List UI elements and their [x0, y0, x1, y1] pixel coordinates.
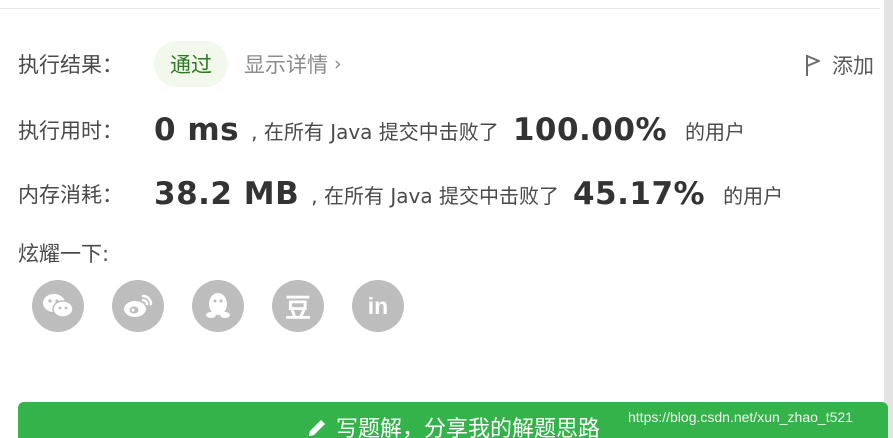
- runtime-percent: 100.00%: [512, 112, 667, 148]
- runtime-label: 执行用时：: [18, 119, 123, 143]
- qq-icon: [206, 293, 230, 318]
- chevron-right-icon: ›: [334, 53, 342, 75]
- weibo-share-button[interactable]: [112, 280, 164, 332]
- memory-row: 内存消耗： 38.2 MB , 在所有 Java 提交中击败了 45.17% 的…: [18, 172, 783, 216]
- watermark: https://blog.csdn.net/xun_zhao_t521: [628, 409, 853, 425]
- douban-icon: 豆: [284, 293, 311, 324]
- runtime-text: , 在所有 Java 提交中击败了: [251, 119, 499, 144]
- memory-percent: 45.17%: [572, 176, 706, 212]
- top-divider: [0, 8, 880, 9]
- memory-value: 38.2 MB: [154, 176, 300, 212]
- memory-text: , 在所有 Java 提交中击败了: [311, 183, 559, 208]
- show-details-label: 显示详情: [244, 53, 328, 77]
- wechat-icon: [43, 294, 74, 318]
- add-note-label: 添加: [832, 54, 874, 78]
- share-icons: 豆 in: [32, 280, 432, 332]
- runtime-value: 0 ms: [154, 112, 240, 148]
- weibo-icon: [124, 294, 153, 317]
- flag-icon: [806, 55, 820, 76]
- add-note-button[interactable]: 添加: [804, 50, 874, 80]
- memory-suffix: 的用户: [723, 183, 784, 208]
- douban-share-button[interactable]: 豆: [272, 280, 324, 332]
- runtime-row: 执行用时： 0 ms , 在所有 Java 提交中击败了 100.00% 的用户: [18, 108, 745, 152]
- scrollbar-track[interactable]: [884, 0, 893, 438]
- linkedin-icon: in: [367, 292, 389, 319]
- show-details-link[interactable]: 显示详情 ›: [244, 49, 342, 79]
- status-badge[interactable]: 通过: [154, 41, 228, 87]
- runtime-suffix: 的用户: [685, 119, 745, 144]
- result-label: 执行结果：: [18, 53, 123, 77]
- memory-label: 内存消耗：: [18, 183, 123, 207]
- linkedin-share-button[interactable]: in: [352, 280, 404, 332]
- qq-share-button[interactable]: [192, 280, 244, 332]
- result-row: 执行结果： 通过 显示详情 ›: [18, 40, 342, 88]
- share-label: 炫耀一下:: [18, 242, 110, 266]
- wechat-share-button[interactable]: [32, 280, 84, 332]
- write-solution-label: 写题解，分享我的解题思路: [335, 417, 600, 438]
- pencil-icon: [308, 420, 325, 436]
